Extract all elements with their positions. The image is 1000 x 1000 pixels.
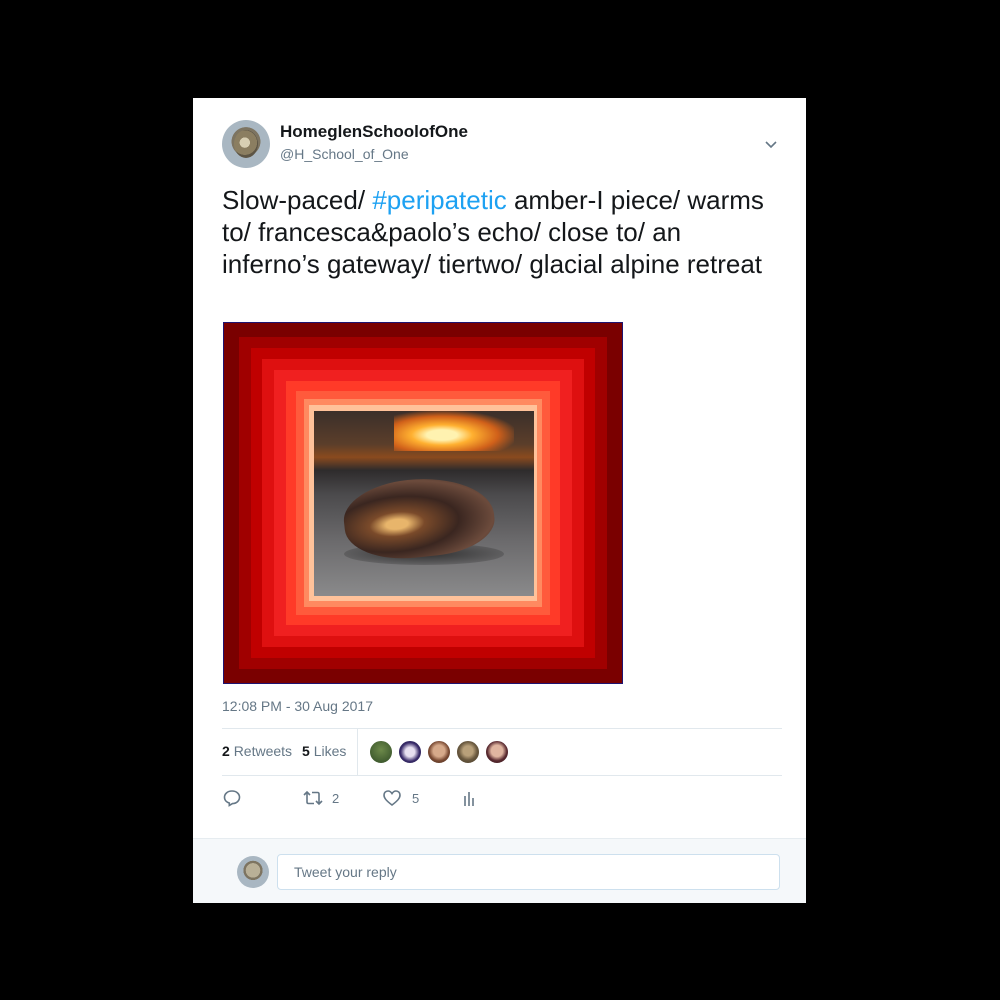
tweet-card: HomeglenSchoolofOne @H_School_of_One Slo… [193,98,806,903]
like-count: 5 [412,790,420,806]
tweet-timestamp[interactable]: 12:08 PM - 30 Aug 2017 [222,698,373,714]
tweet-stats: 2 Retweets 5 Likes [222,729,782,775]
reply-input[interactable] [277,854,780,890]
author-name[interactable]: HomeglenSchoolofOne [280,122,468,142]
reply-button[interactable] [222,786,242,810]
amber-photo [314,411,534,596]
reply-composer [193,838,806,903]
likes-count: 5 [302,743,310,759]
retweet-count: 2 [332,790,340,806]
divider [357,729,358,775]
tweet-media-image[interactable] [223,322,623,684]
liker-avatar[interactable] [398,740,422,764]
retweets-count: 2 [222,743,230,759]
liker-avatar[interactable] [456,740,480,764]
tweet-actions: 2 5 [222,786,782,810]
analytics-icon [464,792,474,806]
likes-stat[interactable]: 5 Likes [302,743,346,759]
liker-avatar[interactable] [427,740,451,764]
divider [222,775,782,776]
liker-avatar[interactable] [485,740,509,764]
tweet-text: Slow-paced/ #peripatetic amber-I piece/ … [222,184,782,280]
chevron-down-icon[interactable] [764,138,778,152]
author-handle[interactable]: @H_School_of_One [280,146,409,162]
retweets-stat[interactable]: 2 Retweets [222,743,292,759]
retweet-icon [303,790,323,806]
retweet-button[interactable]: 2 [302,786,339,810]
heart-icon [383,790,401,807]
reply-icon [223,790,241,807]
retweets-label: Retweets [233,743,293,759]
analytics-button[interactable] [462,786,480,810]
like-button[interactable]: 5 [382,786,419,810]
likes-label: Likes [313,743,347,759]
user-avatar [237,856,269,888]
hashtag-link[interactable]: #peripatetic [372,185,506,215]
author-avatar[interactable] [222,120,270,168]
liker-avatar[interactable] [369,740,393,764]
tweet-text-part: Slow-paced/ [222,185,373,215]
